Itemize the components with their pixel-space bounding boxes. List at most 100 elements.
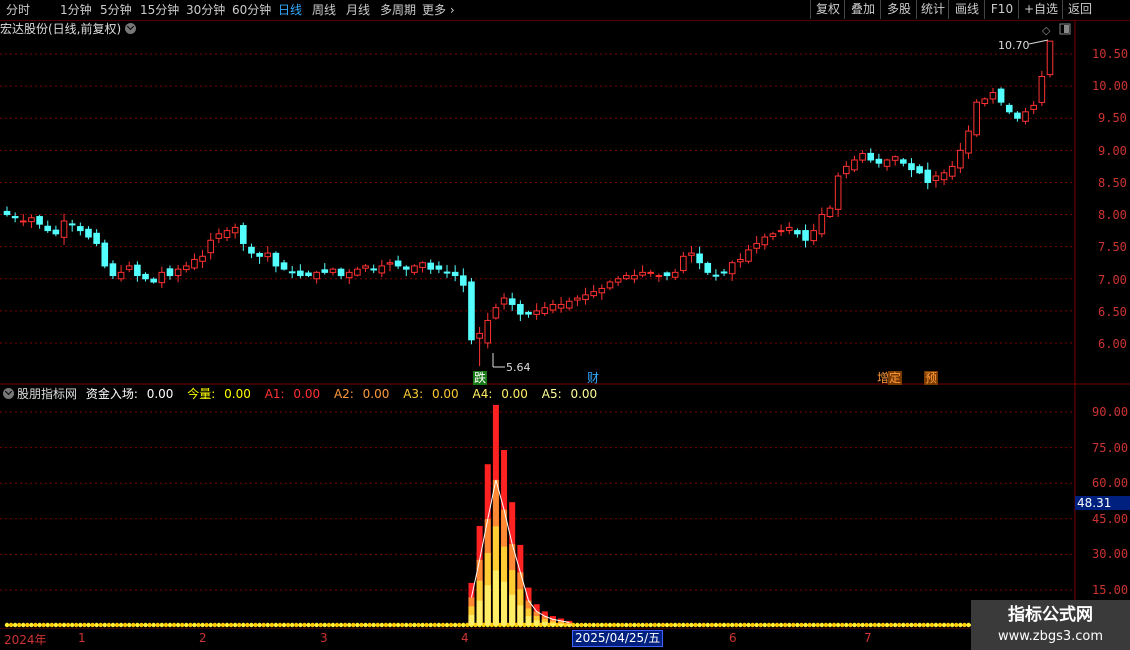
baseline-dot [681,622,686,628]
baseline-dot [945,622,951,628]
baseline-dot [334,622,340,628]
baseline-dot [151,622,156,628]
candle-body [867,152,875,161]
baseline-dot [941,622,947,628]
diamond-icon[interactable]: ◇ [1042,24,1051,37]
candle-body [508,298,516,305]
baseline-dot [848,622,853,628]
candle-body [280,262,288,270]
baseline-dot [404,622,409,628]
indicator-item-a3: A3: 0.00 [403,387,459,401]
candle-body [1038,75,1046,103]
date-label-month: 3 [320,631,328,645]
baseline-dot [98,622,103,628]
baseline-dot [746,622,751,628]
candle-body [321,269,329,273]
event-tag-fixed[interactable]: 定 [888,371,903,385]
y-tick: 7.50 [1098,240,1127,254]
candle-body [541,307,549,315]
baseline-dot [448,622,454,628]
candle-body [965,130,972,154]
candle-body [533,310,540,315]
candle-body [427,262,435,270]
candle-body [223,230,231,238]
indicator-bar [541,622,548,625]
indicator-bar [492,570,499,625]
chart-canvas[interactable]: ◇ 10.70 5.64 [0,0,1130,650]
baseline-dot [94,622,99,628]
date-label-year: 2024年 [4,633,47,647]
baseline-dot [232,622,238,628]
ind-y-tick: 15.00 [1092,583,1129,597]
candle-body [785,226,793,231]
candle-body [916,166,923,174]
candle-body [761,236,769,246]
candle-body [460,275,467,286]
candle-body [810,230,817,242]
low-price-label: 5.64 [506,361,531,374]
event-tag-drop[interactable]: 跌 [473,371,488,385]
indicator-name[interactable]: 股朋指标网 [17,387,77,401]
baseline-dot [416,622,421,628]
candle-body [109,263,117,277]
ind-y-tick: 45.00 [1092,512,1129,526]
candle-body [517,303,524,315]
baseline-dot [717,622,723,628]
baseline-dot [200,622,205,628]
baseline-dot [21,622,26,628]
indicator-bar [558,623,565,625]
candle-body [117,271,125,280]
baseline-dot [660,622,666,628]
candle-body [883,159,891,167]
baseline-dot [114,622,120,628]
baseline-dot [82,622,87,628]
candle-body [606,281,614,289]
baseline-dot [457,622,462,628]
baseline-dot [750,622,755,628]
baseline-dot [648,622,653,628]
candle-body [231,226,239,234]
baseline-dot [208,622,213,628]
baseline-dot [57,622,63,628]
candle-body [639,271,646,276]
baseline-dot [257,622,262,628]
baseline-dot [901,622,906,628]
candle-body [842,165,850,175]
event-tag-forecast[interactable]: 预 [924,371,939,385]
candle-body [3,210,11,216]
indicator-item-zijin: 资金入场: 0.00 [85,387,174,401]
baseline-dot [579,622,584,628]
baseline-dot [338,622,344,628]
candle-body [182,265,190,271]
candle-body [680,255,687,272]
baseline-dot [758,622,763,628]
baseline-dot [12,622,18,628]
candle-body [582,294,589,301]
baseline-dot [730,622,735,628]
candle-body [875,158,883,164]
high-price-label: 10.70 [998,39,1030,52]
candle-body [891,156,899,161]
candle-body [297,270,304,277]
event-tag-finance[interactable]: 财 [586,371,600,385]
indicator-bar [484,585,491,625]
candle-body [492,307,500,319]
candle-body [720,271,728,274]
chevron-down-icon[interactable] [3,388,14,399]
baseline-dot [677,622,682,628]
indicator-series [4,404,1057,628]
y-tick: 6.00 [1098,337,1127,351]
candle-body [671,271,679,278]
candle-body [769,233,777,238]
baseline-dot [864,622,869,628]
baseline-dot [314,622,319,628]
ind-y-tick: 90.00 [1092,405,1129,419]
indicator-item-a4: A4: 0.00 [472,387,528,401]
baseline-dot [636,622,641,628]
baseline-dot [444,622,450,628]
candle-body [818,214,826,235]
baseline-dot [664,622,670,628]
baseline-dot [644,622,649,628]
baseline-dot [175,622,181,628]
baseline-dot [640,622,645,628]
